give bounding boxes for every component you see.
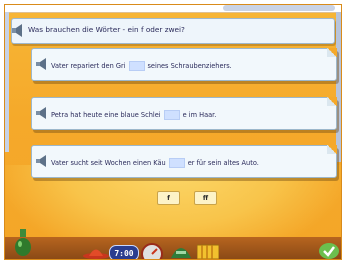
speaker-icon[interactable] — [36, 155, 48, 167]
sentence-card-1: Vater repariert den Gri seines Schrauben… — [31, 48, 337, 81]
hat-icon[interactable] — [83, 245, 109, 259]
question-banner: Was brauchen die Wörter - ein f oder zwe… — [11, 18, 335, 44]
gap-drop-target[interactable] — [163, 110, 180, 120]
sentence-part-before: Petra hat heute eine blaue Schlei — [51, 111, 161, 119]
sentence-text-1: Vater repariert den Gri seines Schrauben… — [51, 61, 232, 71]
helmet-icon[interactable] — [169, 242, 193, 259]
sentence-part-after: er für sein altes Auto. — [187, 159, 259, 167]
card-corner-curl — [327, 48, 337, 57]
sentence-card-3: Vater sucht seit Wochen einen Käu er für… — [31, 145, 337, 178]
right-side-strip — [336, 12, 341, 162]
left-side-strip — [5, 12, 9, 152]
clock-icon[interactable]: 7:00 — [109, 245, 139, 259]
choice-button-f[interactable]: f — [157, 191, 180, 205]
speaker-icon[interactable] — [36, 58, 48, 70]
gauge-icon[interactable] — [141, 243, 163, 259]
card-corner-curl — [327, 145, 337, 154]
speaker-icon[interactable] — [36, 107, 48, 119]
sentence-part-before: Vater sucht seit Wochen einen Käu — [51, 159, 166, 167]
top-scrollbar[interactable] — [223, 5, 335, 11]
checkmark-icon[interactable] — [319, 243, 339, 259]
question-text: Was brauchen die Wörter - ein f oder zwe… — [28, 25, 185, 34]
card-corner-curl — [327, 97, 337, 106]
bottle-icon[interactable] — [14, 229, 32, 257]
sentence-text-2: Petra hat heute eine blaue Schlei e im H… — [51, 110, 216, 120]
app-screen: Was brauchen die Wörter - ein f oder zwe… — [4, 4, 342, 260]
sentence-part-after: seines Schraubenziehers. — [147, 62, 232, 70]
speaker-icon[interactable] — [12, 24, 24, 37]
sentence-text-3: Vater sucht seit Wochen einen Käu er für… — [51, 158, 259, 168]
clock-readout: 7:00 — [114, 248, 134, 258]
gap-drop-target[interactable] — [168, 158, 185, 168]
book-icon[interactable] — [197, 243, 219, 259]
sentence-part-after: e im Haar. — [182, 111, 217, 119]
sentence-part-before: Vater repariert den Gri — [51, 62, 126, 70]
gap-drop-target[interactable] — [128, 61, 145, 71]
sentence-card-2: Petra hat heute eine blaue Schlei e im H… — [31, 97, 337, 130]
choice-button-ff[interactable]: ff — [194, 191, 217, 205]
